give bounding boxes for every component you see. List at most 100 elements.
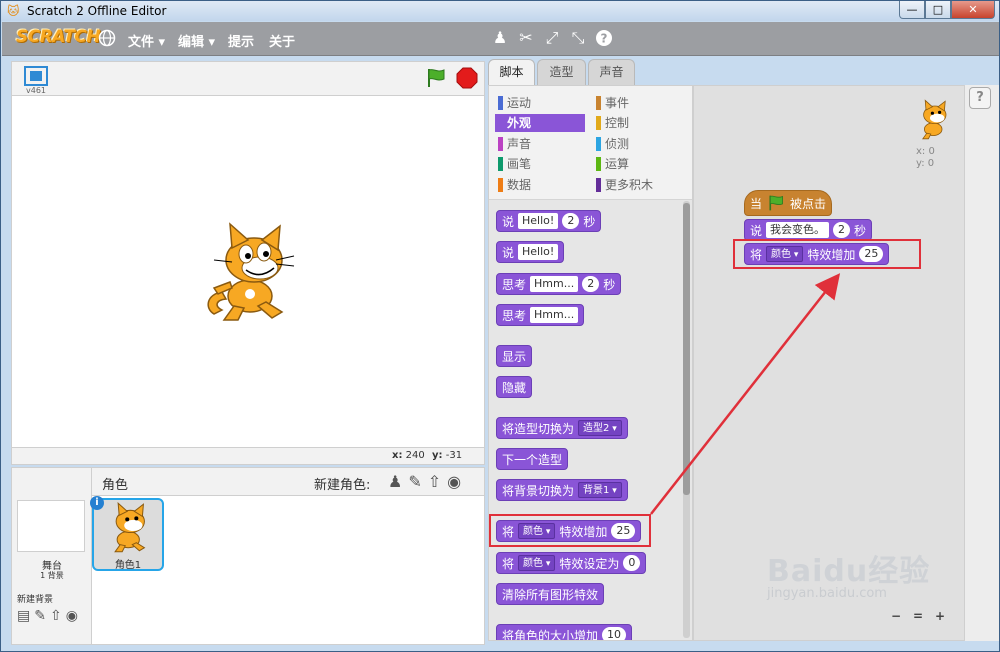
window-title: Scratch 2 Offline Editor	[27, 4, 167, 18]
block-switch-costume[interactable]: 将造型切换为 造型2	[496, 417, 628, 439]
grow-icon[interactable]: ⤢	[542, 28, 562, 48]
tab-scripts[interactable]: 脚本	[488, 59, 535, 86]
menu-tips[interactable]: 提示	[228, 31, 254, 50]
y-value: -31	[445, 450, 463, 461]
block-palette: 运动 外观 声音 画笔 数据 事件 控制 侦测 运算 更多积木 说 Hello!…	[488, 85, 693, 641]
app-window: 🐱 Scratch 2 Offline Editor — □ ✕ SCRATCH…	[0, 0, 1000, 652]
menu-bar: SCRATCH 文件 ▾ 编辑 ▾ 提示 关于 ♟ ✂ ⤢ ⤡ ?	[2, 22, 999, 56]
green-flag-icon[interactable]	[425, 67, 447, 89]
category-pen[interactable]: 画笔	[495, 155, 585, 173]
camera-icon[interactable]: ◉	[66, 608, 78, 624]
block-next-costume[interactable]: 下一个造型	[496, 448, 569, 470]
number-input[interactable]: 10	[602, 627, 627, 640]
category-motion[interactable]: 运动	[495, 94, 585, 112]
language-globe-icon[interactable]	[98, 29, 116, 47]
sprite-name: 角色1	[114, 560, 142, 571]
new-backdrop-tools: ▤ ✎ ⇧ ◉	[17, 608, 78, 624]
baidu-watermark: Baidu经验 jingyan.baidu.com	[767, 546, 930, 601]
effect-dropdown[interactable]: 颜色	[518, 555, 556, 571]
block-show[interactable]: 显示	[496, 345, 533, 367]
script-say-for-secs[interactable]: 说 我会变色。 2 秒	[744, 219, 873, 241]
backdrop-dropdown[interactable]: 背景1	[578, 482, 622, 498]
upload-icon[interactable]: ⇧	[428, 472, 441, 491]
fullscreen-icon[interactable]	[24, 66, 48, 86]
block-hide[interactable]: 隐藏	[496, 376, 533, 398]
backdrop-count: 1 背景	[40, 571, 64, 580]
block-change-size[interactable]: 将角色的大小增加 10	[496, 624, 633, 640]
number-input[interactable]: 2	[833, 222, 851, 238]
cat-sprite-icon[interactable]	[202, 222, 297, 324]
tab-costumes[interactable]: 造型	[537, 59, 586, 85]
costume-dropdown[interactable]: 造型2	[578, 420, 622, 436]
upload-icon[interactable]: ⇧	[50, 608, 62, 624]
category-sensing[interactable]: 侦测	[593, 135, 683, 153]
new-sprite-tools: ♟ ✎ ⇧ ◉	[388, 472, 461, 491]
number-input[interactable]: 2	[562, 213, 580, 229]
block-switch-backdrop[interactable]: 将背景切换为 背景1	[496, 479, 628, 501]
sprite-tile[interactable]: i 角色1	[90, 496, 164, 571]
shrink-icon[interactable]: ⤡	[568, 28, 588, 48]
watermark-main: Baidu经验	[767, 554, 931, 589]
camera-icon[interactable]: ◉	[447, 472, 461, 491]
y-label: y:	[432, 450, 443, 461]
block-think-for-secs[interactable]: 思考 Hmm... 2 秒	[496, 273, 622, 295]
number-input[interactable]: 0	[623, 555, 641, 571]
menu-about[interactable]: 关于	[269, 31, 295, 50]
category-operators[interactable]: 运算	[593, 155, 683, 173]
category-events[interactable]: 事件	[593, 94, 683, 112]
delete-scissors-icon[interactable]: ✂	[516, 28, 536, 48]
highlight-script-block	[733, 239, 921, 269]
minimize-button[interactable]: —	[899, 1, 925, 19]
menu-file[interactable]: 文件 ▾	[128, 31, 165, 50]
block-say-for-secs[interactable]: 说 Hello! 2 秒	[496, 210, 602, 232]
scratch-logo[interactable]: SCRATCH	[16, 27, 101, 47]
right-strip	[965, 85, 999, 641]
scratch-cat-app-icon: 🐱	[7, 4, 20, 18]
text-input[interactable]: Hmm...	[530, 307, 579, 323]
category-control[interactable]: 控制	[593, 114, 683, 132]
highlight-palette-block	[489, 514, 651, 547]
stage-thumbnail[interactable]	[17, 500, 85, 552]
sprite-pane: 舞台 1 背景 新建背景 ▤ ✎ ⇧ ◉ 角色 新建角色: ♟ ✎ ⇧ ◉ i	[11, 467, 485, 645]
menu-edit[interactable]: 编辑 ▾	[178, 31, 215, 50]
duplicate-stamp-icon[interactable]: ♟	[490, 28, 510, 48]
info-icon[interactable]: i	[90, 496, 104, 510]
block-clear-effects[interactable]: 清除所有图形特效	[496, 583, 605, 605]
category-sound[interactable]: 声音	[495, 135, 585, 153]
tab-sounds[interactable]: 声音	[588, 59, 635, 85]
maximize-button[interactable]: □	[925, 1, 951, 19]
zoom-reset-button[interactable]: =	[913, 609, 923, 623]
category-data[interactable]: 数据	[495, 176, 585, 194]
sprites-header: 角色 新建角色: ♟ ✎ ⇧ ◉	[92, 468, 484, 496]
x-value: 240	[405, 450, 425, 461]
text-input[interactable]: Hello!	[518, 244, 559, 260]
new-backdrop-label: 新建背景	[17, 595, 54, 605]
title-bar: 🐱 Scratch 2 Offline Editor — □ ✕	[1, 1, 999, 21]
stop-sign-icon[interactable]	[456, 67, 478, 89]
category-list: 运动 外观 声音 画笔 数据 事件 控制 侦测 运算 更多积木	[489, 86, 692, 200]
zoom-out-button[interactable]: −	[891, 609, 901, 623]
stage-column: 舞台 1 背景 新建背景 ▤ ✎ ⇧ ◉	[12, 468, 92, 644]
palette-scrollbar-thumb[interactable]	[683, 203, 690, 495]
sprite-library-icon[interactable]: ♟	[388, 472, 402, 491]
paint-brush-icon[interactable]: ✎	[408, 472, 421, 491]
category-more-blocks[interactable]: 更多积木	[593, 176, 683, 194]
script-when-flag-clicked[interactable]: 当 被点击	[744, 190, 833, 216]
paint-brush-icon[interactable]: ✎	[34, 608, 46, 624]
number-input[interactable]: 2	[582, 276, 600, 292]
text-input[interactable]: Hmm...	[530, 276, 579, 292]
category-looks[interactable]: 外观	[495, 114, 585, 132]
x-label: x:	[392, 450, 403, 461]
block-set-effect[interactable]: 将 颜色 特效设定为 0	[496, 552, 647, 574]
text-input[interactable]: 我会变色。	[766, 222, 830, 238]
stage-canvas[interactable]	[11, 95, 485, 448]
help-button[interactable]: ?	[969, 87, 991, 109]
backdrop-library-icon[interactable]: ▤	[17, 608, 30, 624]
help-question-icon[interactable]: ?	[594, 28, 614, 48]
zoom-in-button[interactable]: +	[935, 609, 945, 623]
block-think[interactable]: 思考 Hmm...	[496, 304, 585, 326]
close-button[interactable]: ✕	[951, 1, 995, 19]
block-say[interactable]: 说 Hello!	[496, 241, 565, 263]
stage-header: v461	[11, 61, 485, 95]
text-input[interactable]: Hello!	[518, 213, 559, 229]
